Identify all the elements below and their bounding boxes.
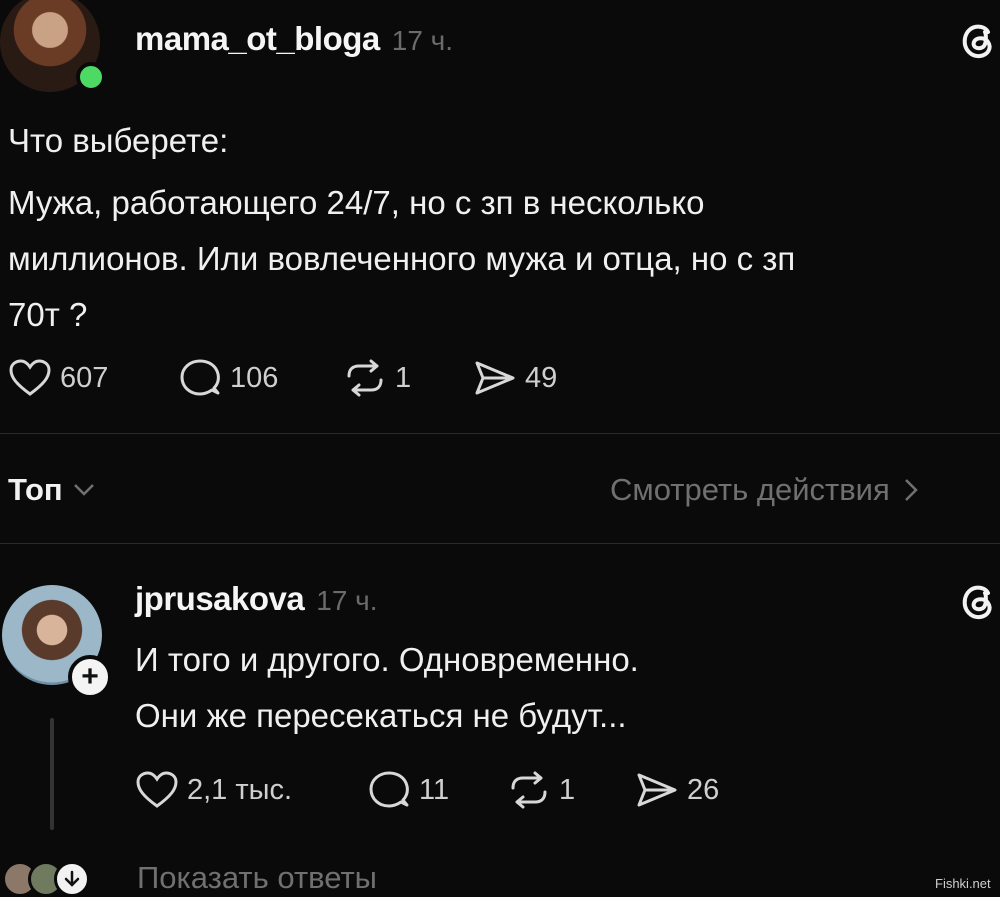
reply-avatars-stack[interactable] [2,861,90,897]
comment-icon [180,359,220,396]
comment-count: 106 [230,361,279,394]
show-replies-link[interactable]: Показать ответы [137,860,377,896]
share-icon [637,773,677,807]
like-button[interactable]: 607 [8,358,178,398]
plus-icon: + [81,660,99,693]
reply-header: jprusakova 17 ч. [135,580,378,618]
post-text-line: Что выберете: [8,122,229,159]
follow-button[interactable]: + [68,655,112,699]
like-count: 607 [60,361,109,394]
reply-body: И того и другого. Одновременно. Они же п… [135,632,935,744]
arrow-down-icon [54,861,90,897]
view-activity-label: Смотреть действия [610,472,890,507]
post-text-line: 70т ? [8,296,88,333]
comment-icon [369,771,409,808]
repost-icon [347,359,383,397]
sort-dropdown[interactable]: Топ [8,472,95,508]
reply-time: 17 ч. [316,585,378,616]
reply-text-line: Они же пересекаться не будут... [135,697,627,734]
sort-label: Топ [8,472,63,507]
share-icon [475,361,515,395]
thread-line [50,718,54,830]
post-text-line: Мужа, работающего 24/7, но с зп в нескол… [8,184,705,221]
post-time: 17 ч. [391,25,454,56]
author-username[interactable]: mama_ot_bloga [135,20,380,58]
post-actions: 607 106 1 49 [8,358,593,398]
chevron-down-icon [73,484,94,496]
reply-comment-button[interactable]: 11 [367,770,507,810]
share-count: 49 [525,361,558,394]
heart-icon [9,359,51,396]
reply-text-line: И того и другого. Одновременно. [135,641,639,678]
repost-icon [511,771,547,809]
reply-actions: 2,1 тыс. 11 1 26 [135,770,755,810]
reply-repost-count: 1 [559,773,576,806]
post-text-line: миллионов. Или вовлеченного мужа и отца,… [8,240,796,277]
view-activity-link[interactable]: Смотреть действия [610,472,918,508]
chevron-right-icon [904,479,918,501]
divider [0,543,1000,544]
online-status-dot [76,62,106,92]
threads-logo-icon[interactable] [958,581,998,621]
reply-like-button[interactable]: 2,1 тыс. [135,770,367,810]
reply-comment-count: 11 [419,773,450,806]
divider [0,433,1000,434]
threads-logo-icon[interactable] [958,20,998,60]
post-body: Что выберете: Мужа, работающего 24/7, но… [8,113,968,343]
post-header: mama_ot_bloga 17 ч. [135,20,453,58]
watermark: Fishki.net [935,876,991,891]
reply-username[interactable]: jprusakova [135,580,305,618]
reply-share-count: 26 [687,773,720,806]
repost-button[interactable]: 1 [343,358,473,398]
reply-like-count: 2,1 тыс. [187,773,293,806]
reply-repost-button[interactable]: 1 [507,770,635,810]
reply-share-button[interactable]: 26 [635,770,755,810]
share-button[interactable]: 49 [473,358,593,398]
repost-count: 1 [395,361,412,394]
heart-icon [136,771,178,808]
comment-button[interactable]: 106 [178,358,343,398]
